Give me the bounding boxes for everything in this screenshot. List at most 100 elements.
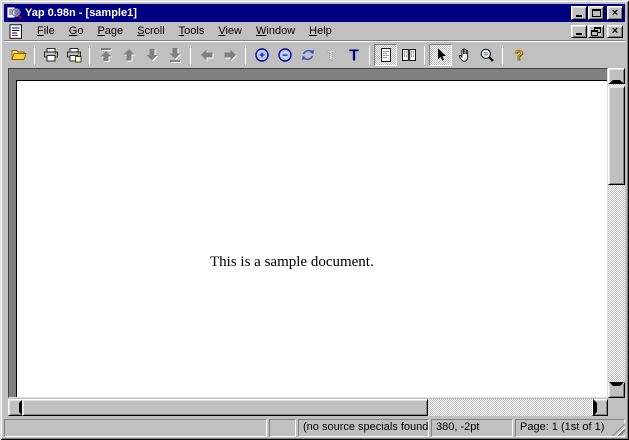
application-window: Yap 0.98n - [sample1] × File Go Page Scr… [0, 0, 629, 440]
print-button[interactable] [39, 44, 62, 66]
forward-arrow-icon [222, 47, 238, 63]
mdi-restore-icon [591, 27, 601, 36]
refresh-button[interactable] [296, 44, 319, 66]
toolbar: + − T T [4, 41, 625, 68]
last-page-button [163, 44, 186, 66]
close-icon: × [612, 8, 618, 18]
svg-text:T: T [326, 47, 335, 63]
back-arrow-icon [199, 47, 215, 63]
text-solid-button[interactable]: T [342, 44, 365, 66]
down-arrow-icon [609, 382, 624, 398]
minimize-button[interactable] [571, 6, 587, 20]
menu-scroll[interactable]: Scroll [130, 23, 172, 39]
scroll-right-button[interactable] [592, 399, 608, 416]
horizontal-scrollbar[interactable] [8, 399, 608, 416]
text-outline-button[interactable]: T [319, 44, 342, 66]
svg-text:−: − [282, 51, 288, 62]
document-viewport[interactable]: This is a sample document. [8, 68, 608, 398]
toolbar-separator [34, 46, 35, 65]
mdi-minimize-button[interactable] [571, 25, 587, 38]
menu-file[interactable]: File [30, 23, 62, 39]
right-arrow-icon [593, 399, 607, 416]
minimize-icon [576, 15, 582, 17]
print-document-button[interactable] [62, 44, 85, 66]
vertical-scrollbar[interactable] [608, 68, 625, 398]
forward-button [218, 44, 241, 66]
previous-page-icon [121, 47, 137, 63]
open-button[interactable] [7, 44, 30, 66]
status-main-panel [4, 419, 267, 437]
toolbar-separator [424, 46, 425, 65]
app-icon[interactable] [6, 6, 22, 20]
menu-bar: File Go Page Scroll Tools View Window He… [4, 22, 625, 41]
next-page-icon [144, 47, 160, 63]
menu-view[interactable]: View [211, 23, 249, 39]
single-page-view-button[interactable] [374, 44, 397, 66]
scroll-down-button[interactable] [608, 382, 625, 398]
select-tool-button[interactable] [429, 44, 452, 66]
outline-t-icon: T [323, 47, 339, 63]
svg-text:+: + [259, 51, 265, 62]
hand-tool-button[interactable] [452, 44, 475, 66]
open-folder-icon [11, 47, 27, 63]
cursor-arrow-icon [433, 47, 449, 63]
first-page-button [94, 44, 117, 66]
toolbar-separator [190, 46, 191, 65]
maximize-icon [592, 9, 601, 17]
status-position: 380, -2pt [431, 419, 513, 437]
scroll-up-button[interactable] [608, 68, 625, 84]
up-arrow-icon [609, 68, 624, 84]
next-page-button [140, 44, 163, 66]
scrollbar-corner [608, 399, 625, 416]
back-button [195, 44, 218, 66]
mdi-close-button[interactable]: × [607, 25, 623, 38]
dvi-document-icon[interactable] [8, 24, 24, 39]
printer-icon [43, 47, 59, 63]
refresh-icon [300, 47, 316, 63]
single-page-icon [378, 47, 394, 63]
zoom-out-button[interactable]: − [273, 44, 296, 66]
magnifier-tool-button[interactable] [475, 44, 498, 66]
horizontal-scrollbar-thumb[interactable] [22, 399, 428, 416]
menu-go[interactable]: Go [62, 23, 91, 39]
zoom-in-button[interactable]: + [250, 44, 273, 66]
first-page-icon [98, 47, 114, 63]
hand-icon [456, 47, 472, 63]
menu-page[interactable]: Page [90, 23, 130, 39]
window-title: Yap 0.98n - [sample1] [25, 4, 570, 22]
solid-t-icon: T [346, 47, 362, 63]
left-arrow-icon [9, 399, 23, 416]
toolbar-separator [89, 46, 90, 65]
close-button[interactable]: × [607, 6, 623, 20]
title-bar[interactable]: Yap 0.98n - [sample1] × [4, 4, 625, 22]
menu-window[interactable]: Window [249, 23, 302, 39]
mdi-minimize-icon [576, 33, 582, 35]
toolbar-separator [245, 46, 246, 65]
help-question-icon: ? ? [511, 47, 527, 63]
status-message: (no source specials found) [298, 419, 429, 437]
help-button[interactable]: ? ? [507, 44, 530, 66]
document-text: This is a sample document. [210, 254, 374, 271]
svg-text:T: T [349, 48, 359, 64]
document-page[interactable]: This is a sample document. [16, 80, 608, 398]
menu-help[interactable]: Help [302, 23, 339, 39]
zoom-out-icon: − [277, 47, 293, 63]
two-page-view-button[interactable] [397, 44, 420, 66]
status-bar: (no source specials found) 380, -2pt Pag… [4, 419, 625, 437]
maximize-button[interactable] [588, 6, 604, 20]
two-page-icon [401, 47, 417, 63]
mdi-restore-button[interactable] [588, 25, 604, 38]
printer-document-icon [66, 47, 82, 63]
toolbar-separator [369, 46, 370, 65]
magnifier-icon [479, 47, 495, 63]
toolbar-separator [502, 46, 503, 65]
previous-page-button [117, 44, 140, 66]
vertical-scrollbar-thumb[interactable] [608, 86, 625, 185]
svg-text:?: ? [514, 47, 523, 63]
zoom-in-icon: + [254, 47, 270, 63]
last-page-icon [167, 47, 183, 63]
menu-tools[interactable]: Tools [172, 23, 212, 39]
status-page-indicator: Page: 1 (1st of 1) [515, 419, 625, 437]
mdi-close-icon: × [612, 26, 618, 36]
status-aux-panel [269, 419, 296, 437]
